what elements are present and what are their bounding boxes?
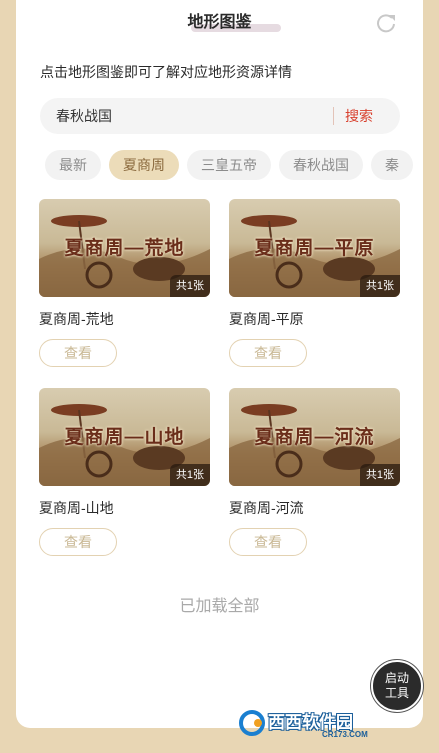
search-input[interactable] <box>56 98 306 134</box>
view-button[interactable]: 查看 <box>229 339 307 367</box>
watermark-icon <box>239 710 265 736</box>
card-thumbnail[interactable]: 夏商周—河流 共1张 <box>229 388 400 486</box>
image-count-badge: 共1张 <box>359 464 400 486</box>
view-button[interactable]: 查看 <box>39 528 117 556</box>
watermark-logo: 西西软件园 CR173.COM <box>238 704 420 740</box>
card-name: 夏商周-山地 <box>39 500 114 516</box>
image-count-badge: 共1张 <box>359 275 400 297</box>
launch-tools-label: 启动 工具 <box>384 671 409 700</box>
thumbnail-title: 夏商周—平原 <box>254 238 375 259</box>
search-divider <box>333 107 334 125</box>
all-loaded-text: 已加载全部 <box>179 598 260 615</box>
card-name: 夏商周-荒地 <box>39 311 114 327</box>
watermark-subtext: CR173.COM <box>322 730 368 739</box>
search-bar: 搜索 <box>40 98 400 134</box>
card-name: 夏商周-平原 <box>229 311 304 327</box>
view-button[interactable]: 查看 <box>229 528 307 556</box>
thumbnail-title: 夏商周—河流 <box>254 427 375 448</box>
tab-latest[interactable]: 最新 <box>45 150 101 180</box>
terrain-card[interactable]: 夏商周—河流 共1张 夏商周-河流 查看 <box>229 388 400 556</box>
refresh-icon[interactable] <box>375 12 397 34</box>
page-subtitle: 点击地形图鉴即可了解对应地形资源详情 <box>40 64 292 80</box>
tab-spring-autumn[interactable]: 春秋战国 <box>279 150 363 180</box>
card-thumbnail[interactable]: 夏商周—山地 共1张 <box>39 388 210 486</box>
card-thumbnail[interactable]: 夏商周—荒地 共1张 <box>39 199 210 297</box>
image-count-badge: 共1张 <box>169 464 210 486</box>
thumbnail-title: 夏商周—山地 <box>64 427 185 448</box>
view-button[interactable]: 查看 <box>39 339 117 367</box>
terrain-card[interactable]: 夏商周—平原 共1张 夏商周-平原 查看 <box>229 199 400 367</box>
page-title: 地形图鉴 <box>187 14 252 31</box>
tab-three-sovereigns[interactable]: 三皇五帝 <box>187 150 271 180</box>
thumbnail-title: 夏商周—荒地 <box>64 238 185 259</box>
search-button[interactable]: 搜索 <box>345 98 373 134</box>
card-thumbnail[interactable]: 夏商周—平原 共1张 <box>229 199 400 297</box>
main-panel: 地形图鉴 点击地形图鉴即可了解对应地形资源详情 搜索 最新夏商周三皇五帝春秋战国… <box>16 0 423 728</box>
tab-xia-shang-zhou[interactable]: 夏商周 <box>109 150 179 180</box>
tab-qin[interactable]: 秦 <box>371 150 413 180</box>
era-tabs: 最新 夏商周 三皇五帝 春秋战国秦 <box>45 150 423 182</box>
terrain-card[interactable]: 夏商周—荒地 共1张 夏商周-荒地 查看 <box>39 199 210 367</box>
card-name: 夏商周-河流 <box>229 500 304 516</box>
terrain-card[interactable]: 夏商周—山地 共1张 夏商周-山地 查看 <box>39 388 210 556</box>
image-count-badge: 共1张 <box>169 275 210 297</box>
